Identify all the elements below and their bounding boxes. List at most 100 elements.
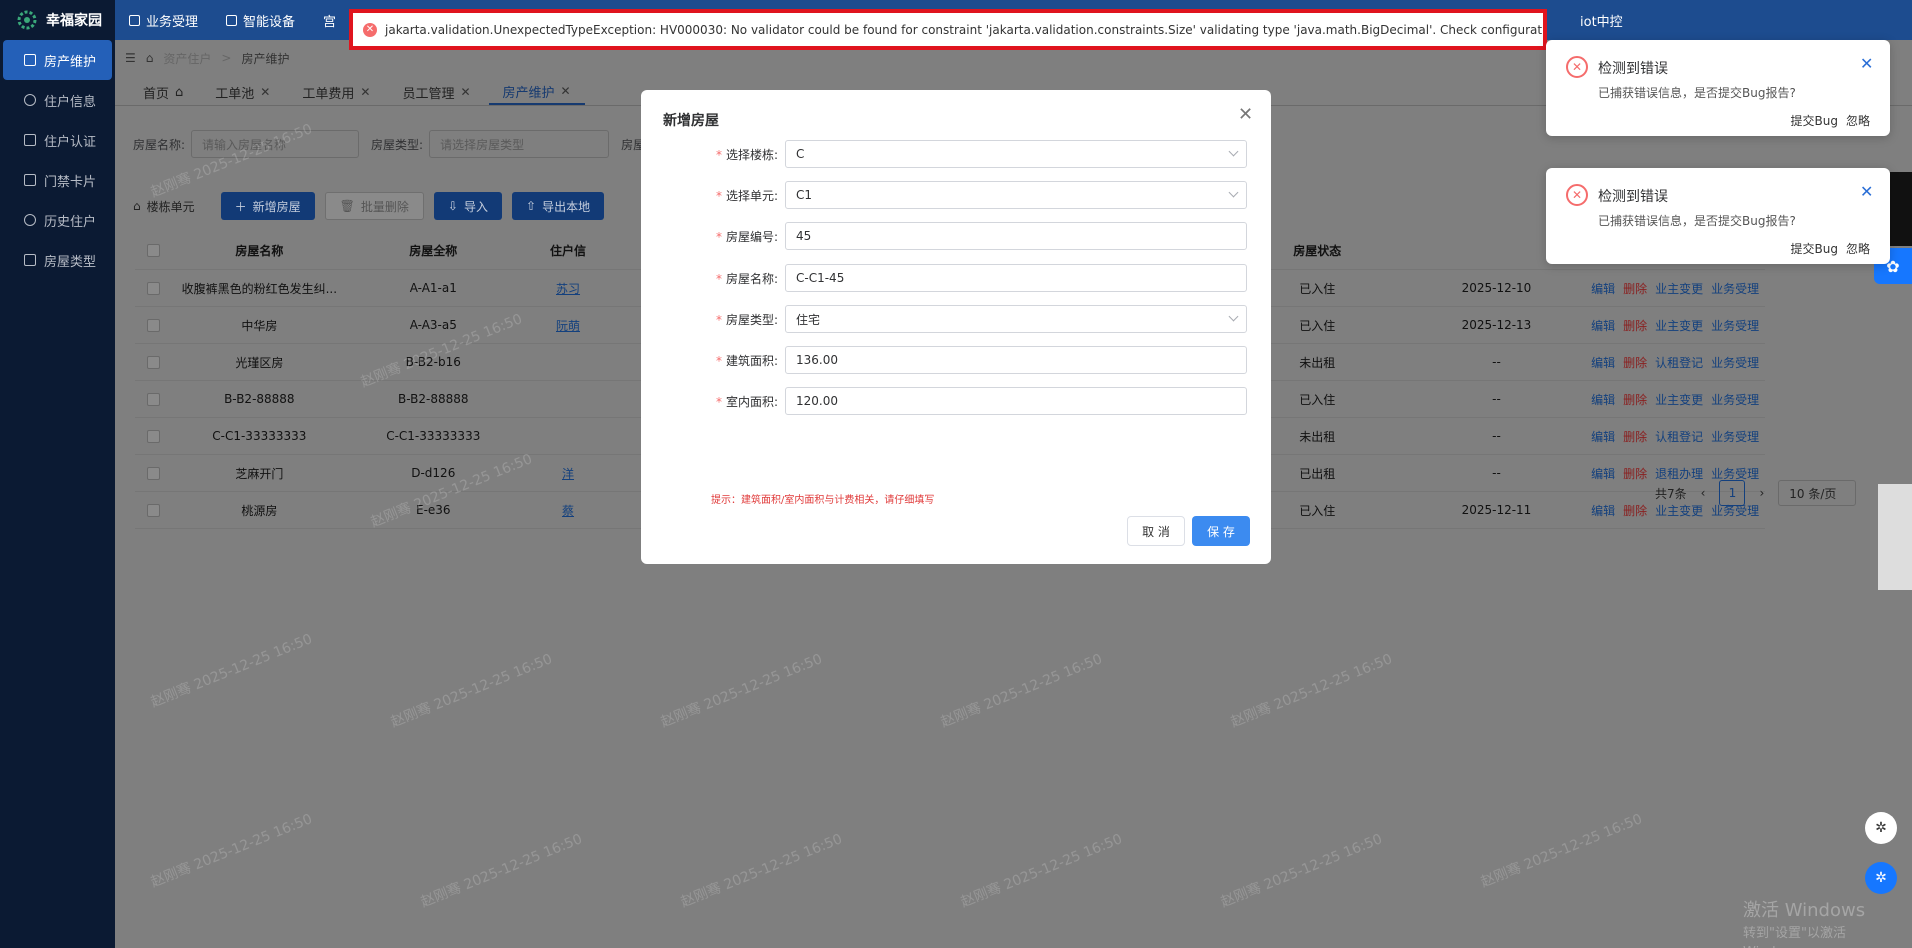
home-icon[interactable]: ⌂ xyxy=(146,51,154,65)
row-action-link[interactable]: 编辑 xyxy=(1591,428,1615,445)
cell-resident-link[interactable]: 阮萌 xyxy=(556,319,580,333)
row-checkbox[interactable] xyxy=(147,355,161,369)
row-checkbox[interactable] xyxy=(147,281,161,295)
row-action-link[interactable]: 业务受理 xyxy=(1711,428,1759,445)
tab-work-order-pool[interactable]: 工单池 ✕ xyxy=(201,79,284,105)
row-action-link[interactable]: 删除 xyxy=(1623,280,1647,297)
form-label: * 选择楼栋: xyxy=(715,147,778,162)
row-action-link[interactable]: 业主变更 xyxy=(1655,391,1703,408)
topnav-devices[interactable]: 智能设备 xyxy=(212,0,309,40)
row-action-link[interactable]: 删除 xyxy=(1623,465,1647,482)
required-mark: * xyxy=(715,229,722,244)
row-action-link[interactable]: 编辑 xyxy=(1591,465,1615,482)
close-icon[interactable]: ✕ xyxy=(1238,104,1253,125)
close-icon[interactable]: ✕ xyxy=(561,84,571,98)
user-icon xyxy=(24,94,36,106)
cell-date: 2025-12-13 xyxy=(1461,318,1532,332)
row-action-link[interactable]: 删除 xyxy=(1623,317,1647,334)
close-icon[interactable]: ✕ xyxy=(1860,54,1873,73)
row-action-link[interactable]: 业主变更 xyxy=(1655,280,1703,297)
cancel-button[interactable]: 取 消 xyxy=(1127,516,1185,546)
import-button[interactable]: ⇩ 导入 xyxy=(433,192,502,220)
close-icon[interactable]: ✕ xyxy=(1860,182,1873,201)
sidebar-item-house-type[interactable]: 房屋类型 xyxy=(0,240,115,280)
cell-resident-link[interactable]: 洋 xyxy=(562,467,574,481)
form-select[interactable]: C1 xyxy=(785,181,1247,209)
next-page-icon[interactable]: › xyxy=(1759,486,1764,500)
menu-toggle-icon[interactable]: ☰ xyxy=(125,51,136,65)
row-action-link[interactable]: 编辑 xyxy=(1591,317,1615,334)
row-action-link[interactable]: 编辑 xyxy=(1591,280,1615,297)
submit-bug-button[interactable]: 提交Bug xyxy=(1791,112,1838,129)
required-mark: * xyxy=(715,394,722,409)
ignore-button[interactable]: 忽略 xyxy=(1846,112,1870,129)
row-action-link[interactable]: 编辑 xyxy=(1591,391,1615,408)
form-select[interactable]: C xyxy=(785,140,1247,168)
row-action-link[interactable]: 业务受理 xyxy=(1711,317,1759,334)
error-icon: ✕ xyxy=(363,22,377,37)
row-action-link[interactable]: 业务受理 xyxy=(1711,280,1759,297)
row-action-link[interactable]: 删除 xyxy=(1623,502,1647,519)
cell-date: -- xyxy=(1492,392,1501,406)
sidebar-item-resident-info[interactable]: 住户信息 xyxy=(0,80,115,120)
row-checkbox[interactable] xyxy=(147,503,161,517)
breadcrumb-parent[interactable]: 资产住户 xyxy=(163,50,211,67)
bug-report-icon-active[interactable]: ✲ xyxy=(1865,862,1897,894)
row-action-link[interactable]: 退租办理 xyxy=(1655,465,1703,482)
save-button[interactable]: 保 存 xyxy=(1192,516,1250,546)
form-input[interactable]: C-C1-45 xyxy=(785,264,1247,292)
chevron-down-icon xyxy=(1228,311,1239,322)
row-action-link[interactable]: 删除 xyxy=(1623,391,1647,408)
close-icon[interactable]: ✕ xyxy=(460,85,470,99)
sidebar-item-resident-auth[interactable]: 住户认证 xyxy=(0,120,115,160)
add-house-button[interactable]: ＋新增房屋 xyxy=(220,192,315,220)
sidebar-item-access-card[interactable]: 门禁卡片 xyxy=(0,160,115,200)
row-action-link[interactable]: 认租登记 xyxy=(1655,354,1703,371)
row-checkbox[interactable] xyxy=(147,318,161,332)
page-number[interactable]: 1 xyxy=(1719,480,1746,506)
page-size-select[interactable]: 10 条/页 xyxy=(1778,480,1857,506)
row-checkbox[interactable] xyxy=(147,392,161,406)
form-select[interactable]: 住宅 xyxy=(785,305,1247,333)
prev-page-icon[interactable]: ‹ xyxy=(1701,486,1706,500)
submit-bug-button[interactable]: 提交Bug xyxy=(1791,240,1838,257)
tab-home[interactable]: 首页 ⌂ xyxy=(129,79,197,105)
app-name: 幸福家园 xyxy=(46,13,102,29)
row-action-link[interactable]: 业务受理 xyxy=(1711,391,1759,408)
row-action-link[interactable]: 删除 xyxy=(1623,354,1647,371)
app-logo: 幸福家园 xyxy=(0,0,115,40)
row-action-link[interactable]: 业主变更 xyxy=(1655,317,1703,334)
form-input[interactable]: 120.00 xyxy=(785,387,1247,415)
batch-delete-button[interactable]: 🗑 批量删除 xyxy=(324,192,424,220)
tab-work-order-fee[interactable]: 工单费用 ✕ xyxy=(288,79,384,105)
cell-name: 芝麻开门 xyxy=(235,466,284,481)
tab-staff[interactable]: 员工管理 ✕ xyxy=(388,79,484,105)
form-input[interactable]: 136.00 xyxy=(785,346,1247,374)
topnav-more[interactable]: 宫 xyxy=(309,0,350,40)
tab-house-maintenance[interactable]: 房产维护 ✕ xyxy=(488,79,585,105)
cell-resident-link[interactable]: 蔡 xyxy=(562,504,574,518)
house-type-select[interactable]: 请选择房屋类型 xyxy=(429,130,610,158)
sidebar-item-house-maintenance[interactable]: 房产维护 xyxy=(3,40,112,80)
topnav-business[interactable]: 业务受理 xyxy=(115,0,212,40)
close-icon[interactable]: ✕ xyxy=(260,85,270,99)
row-action-link[interactable]: 编辑 xyxy=(1591,502,1615,519)
building-unit-tree[interactable]: ⌂ 楼栋单元 xyxy=(133,198,195,215)
bug-report-icon[interactable]: ✲ xyxy=(1865,812,1897,844)
row-action-link[interactable]: 编辑 xyxy=(1591,354,1615,371)
row-checkbox[interactable] xyxy=(147,429,161,443)
row-checkbox[interactable] xyxy=(147,466,161,480)
form-input[interactable]: 45 xyxy=(785,222,1247,250)
row-action-link[interactable]: 删除 xyxy=(1623,428,1647,445)
close-icon[interactable]: ✕ xyxy=(360,85,370,99)
row-action-link[interactable]: 业务受理 xyxy=(1711,465,1759,482)
export-button[interactable]: ⇧ 导出本地 xyxy=(512,192,605,220)
row-action-link[interactable]: 认租登记 xyxy=(1655,428,1703,445)
row-action-link[interactable]: 业务受理 xyxy=(1711,354,1759,371)
ignore-button[interactable]: 忽略 xyxy=(1846,240,1870,257)
topnav-iot[interactable]: iot中控 xyxy=(1580,11,1623,30)
select-all-checkbox[interactable] xyxy=(147,244,161,257)
sidebar-item-history-resident[interactable]: 历史住户 xyxy=(0,200,115,240)
add-house-dialog: 新增房屋 ✕ * 选择楼栋: C * 选择单元: C1 * 房屋编号: 45 * 房屋名称: C-C1… xyxy=(641,90,1271,564)
cell-resident-link[interactable]: 苏习 xyxy=(556,282,580,296)
